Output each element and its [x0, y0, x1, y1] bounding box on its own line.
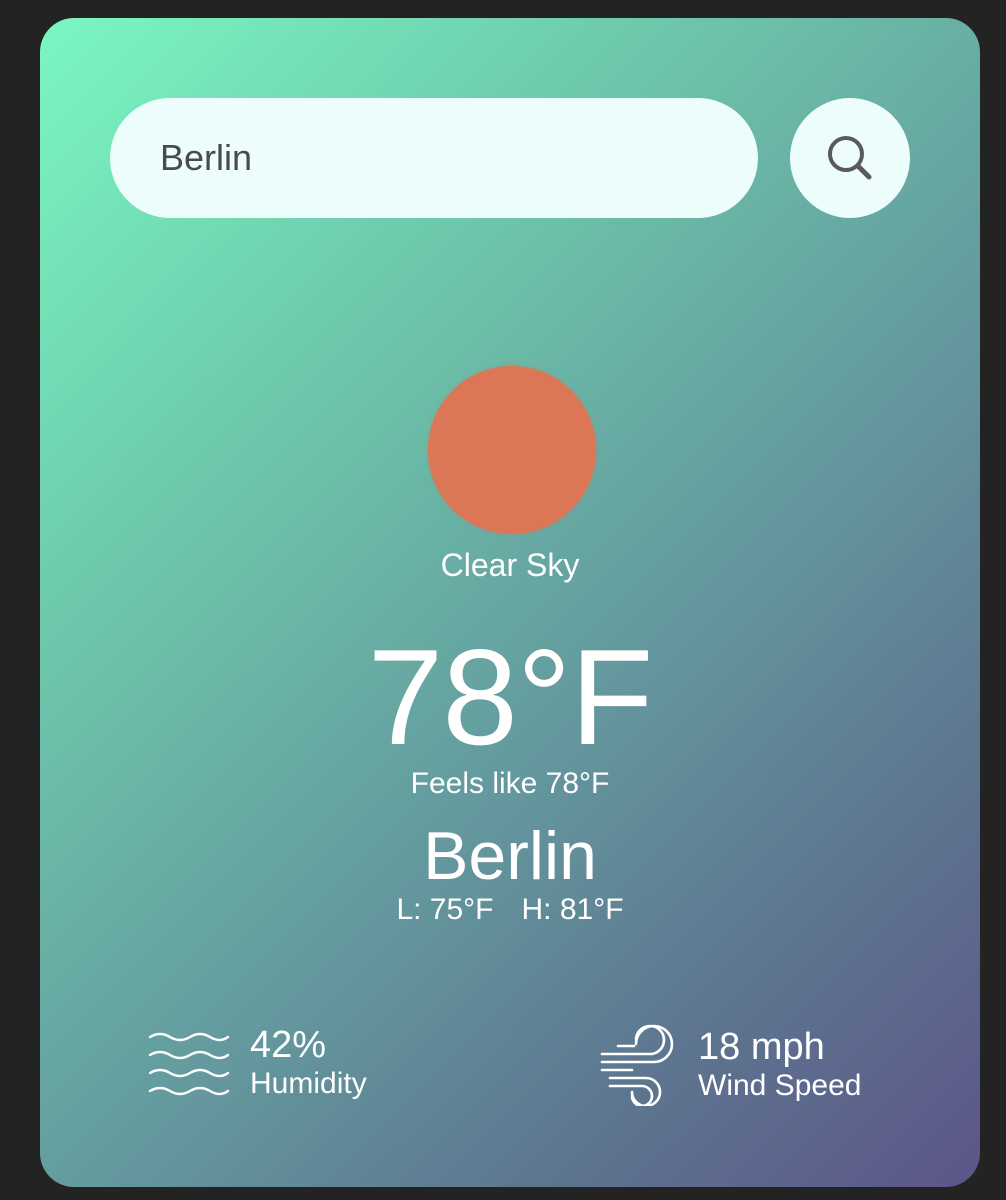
wind-speed-label: Wind Speed — [698, 1069, 862, 1102]
search-input[interactable] — [110, 98, 758, 218]
city-name: Berlin — [423, 818, 597, 894]
humidity-stat: 42% Humidity — [148, 1024, 367, 1102]
search-button[interactable] — [790, 98, 910, 218]
temperature-range: L: 75°F H: 81°F — [40, 892, 980, 928]
temperature: 78°F — [367, 621, 654, 773]
feels-like: Feels like 78°F — [410, 767, 610, 800]
wind-speed-value: 18 mph — [698, 1026, 825, 1068]
clear-sky-sun-icon — [428, 366, 596, 534]
weather-card: Clear Sky 78°F Feels like 78°F Berlin L:… — [40, 18, 980, 1187]
wind-stat: 18 mph Wind Speed — [596, 1024, 861, 1106]
wind-icon — [600, 1024, 674, 1106]
humidity-value: 42% — [250, 1024, 327, 1066]
humidity-label: Humidity — [250, 1067, 367, 1100]
search-icon — [828, 136, 872, 180]
high-temperature: H: 81°F — [521, 893, 624, 926]
weather-condition: Clear Sky — [440, 547, 580, 583]
low-temperature: L: 75°F — [396, 893, 494, 926]
humidity-waves-icon — [148, 1032, 230, 1096]
